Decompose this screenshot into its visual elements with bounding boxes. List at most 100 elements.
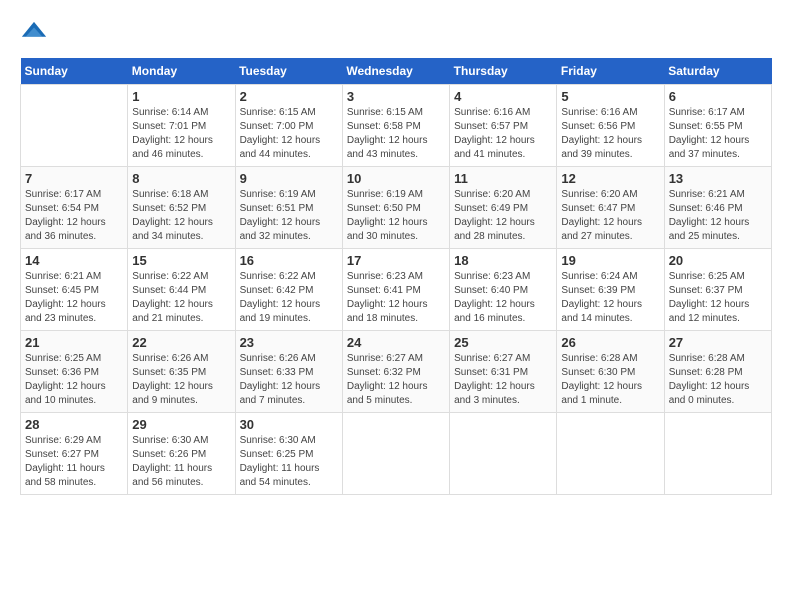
day-number: 7 xyxy=(25,171,123,186)
day-detail: Sunrise: 6:26 AM Sunset: 6:35 PM Dayligh… xyxy=(132,352,230,408)
day-number: 20 xyxy=(669,253,767,268)
calendar-cell: 30 Sunrise: 6:30 AM Sunset: 6:25 PM Dayli… xyxy=(235,413,342,495)
calendar-cell: 27Sunrise: 6:28 AM Sunset: 6:28 PM Dayli… xyxy=(664,331,771,413)
calendar-cell: 21Sunrise: 6:25 AM Sunset: 6:36 PM Dayli… xyxy=(21,331,128,413)
day-detail: Sunrise: 6:28 AM Sunset: 6:30 PM Dayligh… xyxy=(561,352,659,408)
day-header-thursday: Thursday xyxy=(450,58,557,85)
day-number: 4 xyxy=(454,89,552,104)
calendar-cell xyxy=(21,85,128,167)
calendar-cell: 9 Sunrise: 6:19 AM Sunset: 6:51 PM Daylig… xyxy=(235,167,342,249)
logo xyxy=(20,20,52,48)
day-number: 8 xyxy=(132,171,230,186)
calendar-cell: 15Sunrise: 6:22 AM Sunset: 6:44 PM Dayli… xyxy=(128,249,235,331)
calendar-week-row: 21Sunrise: 6:25 AM Sunset: 6:36 PM Dayli… xyxy=(21,331,772,413)
day-number: 12 xyxy=(561,171,659,186)
calendar-cell: 11Sunrise: 6:20 AM Sunset: 6:49 PM Dayli… xyxy=(450,167,557,249)
calendar-cell: 7 Sunrise: 6:17 AM Sunset: 6:54 PM Daylig… xyxy=(21,167,128,249)
calendar-cell: 18Sunrise: 6:23 AM Sunset: 6:40 PM Dayli… xyxy=(450,249,557,331)
day-number: 18 xyxy=(454,253,552,268)
day-header-tuesday: Tuesday xyxy=(235,58,342,85)
day-number: 19 xyxy=(561,253,659,268)
day-header-monday: Monday xyxy=(128,58,235,85)
day-detail: Sunrise: 6:21 AM Sunset: 6:45 PM Dayligh… xyxy=(25,270,123,326)
day-header-wednesday: Wednesday xyxy=(342,58,449,85)
calendar-cell: 22 Sunrise: 6:26 AM Sunset: 6:35 PM Dayli… xyxy=(128,331,235,413)
day-detail: Sunrise: 6:16 AM Sunset: 6:56 PM Dayligh… xyxy=(561,106,659,162)
calendar-cell xyxy=(342,413,449,495)
calendar-cell: 19 Sunrise: 6:24 AM Sunset: 6:39 PM Dayli… xyxy=(557,249,664,331)
calendar-table: SundayMondayTuesdayWednesdayThursdayFrid… xyxy=(20,58,772,495)
day-detail: Sunrise: 6:17 AM Sunset: 6:54 PM Dayligh… xyxy=(25,188,123,244)
day-number: 1 xyxy=(132,89,230,104)
day-detail: Sunrise: 6:16 AM Sunset: 6:57 PM Dayligh… xyxy=(454,106,552,162)
day-number: 11 xyxy=(454,171,552,186)
day-number: 3 xyxy=(347,89,445,104)
calendar-cell: 17 Sunrise: 6:23 AM Sunset: 6:41 PM Dayli… xyxy=(342,249,449,331)
day-number: 16 xyxy=(240,253,338,268)
calendar-cell: 12 Sunrise: 6:20 AM Sunset: 6:47 PM Dayli… xyxy=(557,167,664,249)
day-detail: Sunrise: 6:30 AM Sunset: 6:25 PM Dayligh… xyxy=(240,434,338,490)
calendar-cell xyxy=(557,413,664,495)
calendar-cell: 14 Sunrise: 6:21 AM Sunset: 6:45 PM Dayli… xyxy=(21,249,128,331)
day-detail: Sunrise: 6:18 AM Sunset: 6:52 PM Dayligh… xyxy=(132,188,230,244)
day-detail: Sunrise: 6:17 AM Sunset: 6:55 PM Dayligh… xyxy=(669,106,767,162)
day-detail: Sunrise: 6:22 AM Sunset: 6:42 PM Dayligh… xyxy=(240,270,338,326)
day-number: 9 xyxy=(240,171,338,186)
day-number: 6 xyxy=(669,89,767,104)
day-header-saturday: Saturday xyxy=(664,58,771,85)
day-detail: Sunrise: 6:26 AM Sunset: 6:33 PM Dayligh… xyxy=(240,352,338,408)
calendar-week-row: 1 Sunrise: 6:14 AM Sunset: 7:01 PM Daylig… xyxy=(21,85,772,167)
day-detail: Sunrise: 6:30 AM Sunset: 6:26 PM Dayligh… xyxy=(132,434,230,490)
calendar-cell: 1 Sunrise: 6:14 AM Sunset: 7:01 PM Daylig… xyxy=(128,85,235,167)
day-number: 13 xyxy=(669,171,767,186)
day-number: 27 xyxy=(669,335,767,350)
day-detail: Sunrise: 6:15 AM Sunset: 6:58 PM Dayligh… xyxy=(347,106,445,162)
day-number: 23 xyxy=(240,335,338,350)
calendar-cell: 10 Sunrise: 6:19 AM Sunset: 6:50 PM Dayli… xyxy=(342,167,449,249)
day-header-friday: Friday xyxy=(557,58,664,85)
page-header xyxy=(20,20,772,48)
day-number: 5 xyxy=(561,89,659,104)
logo-icon xyxy=(20,20,48,48)
day-detail: Sunrise: 6:19 AM Sunset: 6:50 PM Dayligh… xyxy=(347,188,445,244)
calendar-cell: 2 Sunrise: 6:15 AM Sunset: 7:00 PM Daylig… xyxy=(235,85,342,167)
day-number: 2 xyxy=(240,89,338,104)
day-number: 28 xyxy=(25,417,123,432)
day-number: 17 xyxy=(347,253,445,268)
calendar-cell xyxy=(450,413,557,495)
calendar-cell: 5 Sunrise: 6:16 AM Sunset: 6:56 PM Daylig… xyxy=(557,85,664,167)
day-detail: Sunrise: 6:25 AM Sunset: 6:36 PM Dayligh… xyxy=(25,352,123,408)
day-number: 22 xyxy=(132,335,230,350)
calendar-cell: 16 Sunrise: 6:22 AM Sunset: 6:42 PM Dayli… xyxy=(235,249,342,331)
calendar-cell xyxy=(664,413,771,495)
day-detail: Sunrise: 6:20 AM Sunset: 6:47 PM Dayligh… xyxy=(561,188,659,244)
day-detail: Sunrise: 6:14 AM Sunset: 7:01 PM Dayligh… xyxy=(132,106,230,162)
day-detail: Sunrise: 6:24 AM Sunset: 6:39 PM Dayligh… xyxy=(561,270,659,326)
calendar-cell: 6 Sunrise: 6:17 AM Sunset: 6:55 PM Daylig… xyxy=(664,85,771,167)
day-header-sunday: Sunday xyxy=(21,58,128,85)
day-number: 10 xyxy=(347,171,445,186)
calendar-cell: 25Sunrise: 6:27 AM Sunset: 6:31 PM Dayli… xyxy=(450,331,557,413)
day-detail: Sunrise: 6:19 AM Sunset: 6:51 PM Dayligh… xyxy=(240,188,338,244)
calendar-week-row: 7 Sunrise: 6:17 AM Sunset: 6:54 PM Daylig… xyxy=(21,167,772,249)
day-detail: Sunrise: 6:22 AM Sunset: 6:44 PM Dayligh… xyxy=(132,270,230,326)
day-detail: Sunrise: 6:25 AM Sunset: 6:37 PM Dayligh… xyxy=(669,270,767,326)
day-detail: Sunrise: 6:15 AM Sunset: 7:00 PM Dayligh… xyxy=(240,106,338,162)
calendar-week-row: 14 Sunrise: 6:21 AM Sunset: 6:45 PM Dayli… xyxy=(21,249,772,331)
day-detail: Sunrise: 6:21 AM Sunset: 6:46 PM Dayligh… xyxy=(669,188,767,244)
day-number: 26 xyxy=(561,335,659,350)
day-number: 14 xyxy=(25,253,123,268)
calendar-header-row: SundayMondayTuesdayWednesdayThursdayFrid… xyxy=(21,58,772,85)
calendar-cell: 24 Sunrise: 6:27 AM Sunset: 6:32 PM Dayli… xyxy=(342,331,449,413)
day-detail: Sunrise: 6:27 AM Sunset: 6:31 PM Dayligh… xyxy=(454,352,552,408)
day-number: 30 xyxy=(240,417,338,432)
day-detail: Sunrise: 6:23 AM Sunset: 6:41 PM Dayligh… xyxy=(347,270,445,326)
calendar-cell: 8 Sunrise: 6:18 AM Sunset: 6:52 PM Daylig… xyxy=(128,167,235,249)
day-detail: Sunrise: 6:29 AM Sunset: 6:27 PM Dayligh… xyxy=(25,434,123,490)
calendar-cell: 20 Sunrise: 6:25 AM Sunset: 6:37 PM Dayli… xyxy=(664,249,771,331)
calendar-cell: 23 Sunrise: 6:26 AM Sunset: 6:33 PM Dayli… xyxy=(235,331,342,413)
calendar-cell: 13 Sunrise: 6:21 AM Sunset: 6:46 PM Dayli… xyxy=(664,167,771,249)
day-number: 24 xyxy=(347,335,445,350)
day-number: 29 xyxy=(132,417,230,432)
day-detail: Sunrise: 6:27 AM Sunset: 6:32 PM Dayligh… xyxy=(347,352,445,408)
